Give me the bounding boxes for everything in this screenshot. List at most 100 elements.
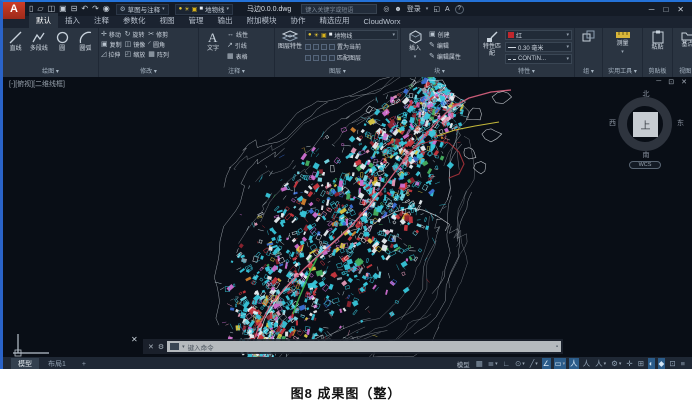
- line-button[interactable]: 直线: [5, 30, 26, 53]
- add-layout-button[interactable]: +: [75, 360, 93, 369]
- panel-view-title[interactable]: 视图 ▾: [673, 67, 692, 77]
- ortho-icon[interactable]: ∟: [502, 358, 511, 369]
- panel-clipboard-title[interactable]: 剪贴板: [643, 67, 672, 77]
- tab-参数化[interactable]: 参数化: [116, 13, 153, 28]
- tab-附加模块[interactable]: 附加模块: [240, 13, 284, 28]
- layer-tool-icon[interactable]: [313, 55, 319, 61]
- panel-properties-title[interactable]: 特性 ▾: [479, 67, 574, 77]
- app-store-cart-icon[interactable]: ◱: [433, 5, 440, 13]
- circle-button[interactable]: 圆: [52, 30, 73, 53]
- modify-旋转-button[interactable]: ↻旋转: [125, 30, 146, 39]
- model-space-toggle[interactable]: 模型: [457, 359, 470, 369]
- tab-精选应用[interactable]: 精选应用: [313, 13, 357, 28]
- paste-button[interactable]: 粘贴: [648, 30, 668, 52]
- tab-CloudWorx[interactable]: CloudWorx: [357, 15, 408, 28]
- tab-视图[interactable]: 视图: [153, 13, 182, 28]
- polar-tracking-icon[interactable]: ⊙▾: [514, 358, 526, 369]
- osnap-tracking-icon[interactable]: ∠: [542, 358, 551, 369]
- modify-移动-button[interactable]: ✛移动: [101, 30, 122, 39]
- viewcube-wcs-button[interactable]: WCS: [629, 161, 661, 169]
- polyline-button[interactable]: 多段线: [28, 30, 49, 53]
- open-folder-icon[interactable]: ▱: [37, 5, 43, 13]
- linetype-dropdown[interactable]: CONTIN... ▾: [505, 54, 572, 64]
- layer-tool-icon[interactable]: [305, 44, 311, 50]
- chevron-down-icon[interactable]: ▾: [426, 6, 429, 12]
- annotation-visibility-icon[interactable]: 人: [569, 358, 579, 369]
- preview-icon[interactable]: ◉: [103, 5, 110, 13]
- annotate-表格-button[interactable]: ▦表格: [227, 52, 248, 61]
- doc-restore-button[interactable]: ⊡: [668, 78, 674, 86]
- match-layer-button[interactable]: 匹配图层: [337, 53, 361, 62]
- tab-注释[interactable]: 注释: [87, 13, 116, 28]
- annotation-scale-icon[interactable]: 人▾: [594, 358, 607, 369]
- layer-dropdown[interactable]: ●☀▣■地物线▾: [305, 30, 398, 40]
- command-input[interactable]: ▾ 键入命令 ▪: [167, 341, 561, 352]
- annotate-线性-button[interactable]: ↔线性: [227, 30, 248, 39]
- layer-tool-icon[interactable]: [321, 55, 327, 61]
- panel-modify-title[interactable]: 修改 ▾: [99, 67, 198, 77]
- tab-默认[interactable]: 默认: [29, 13, 58, 28]
- layer-tool-icon[interactable]: [329, 55, 335, 61]
- tab-管理[interactable]: 管理: [182, 13, 211, 28]
- block-编辑属性-button[interactable]: ✎编辑属性: [429, 52, 461, 61]
- snap-icon[interactable]: ≣▾: [487, 358, 499, 369]
- hardware-accel-icon[interactable]: ◆: [658, 358, 666, 369]
- text-button[interactable]: A 文字: [201, 30, 225, 53]
- modify-修剪-button[interactable]: ✂修剪: [148, 30, 169, 39]
- app-logo[interactable]: A: [3, 0, 25, 19]
- panel-draw-title[interactable]: 绘图 ▾: [3, 67, 98, 77]
- autodesk-a-menu[interactable]: A: [445, 6, 450, 13]
- drawing-canvas[interactable]: [-][俯视][二维线框] ─ ⊡ ✕ 北 南 西 东 上 WCS ✕ ✕ ⚙: [3, 77, 692, 357]
- block-编辑-button[interactable]: ✎编辑: [429, 41, 461, 50]
- panel-block-title[interactable]: 块 ▾: [401, 67, 478, 77]
- viewcube-north-label[interactable]: 北: [615, 89, 677, 99]
- panel-utilities-title[interactable]: 实用工具 ▾: [603, 67, 642, 77]
- command-handle[interactable]: ▪: [556, 344, 558, 350]
- viewcube-east-label[interactable]: 东: [677, 118, 684, 128]
- viewcube-west-label[interactable]: 西: [609, 118, 616, 128]
- layer-tool-icon[interactable]: [305, 55, 311, 61]
- grid-icon[interactable]: ▦: [475, 358, 484, 369]
- tab-输出[interactable]: 输出: [211, 13, 240, 28]
- save-as-icon[interactable]: ▣: [59, 5, 67, 13]
- search-icon[interactable]: ◎: [383, 5, 389, 13]
- modify-圆角-button[interactable]: ◜圆角: [148, 40, 169, 49]
- object-color-dropdown[interactable]: 红 ▾: [505, 30, 572, 40]
- recent-commands-icon[interactable]: [170, 343, 179, 350]
- tab-插入[interactable]: 插入: [58, 13, 87, 28]
- plot-icon[interactable]: ⊟: [71, 5, 78, 13]
- layer-properties-button[interactable]: 图层特性: [277, 30, 303, 51]
- layout1-tab[interactable]: 布局1: [41, 358, 73, 369]
- modify-缩放-button[interactable]: ◰缩放: [125, 50, 146, 59]
- arc-button[interactable]: 圆弧: [75, 30, 96, 53]
- doc-close-button[interactable]: ✕: [681, 78, 687, 86]
- layer-tool-icon[interactable]: [321, 44, 327, 50]
- undo-icon[interactable]: ↶: [81, 5, 88, 13]
- group-button[interactable]: [580, 30, 598, 44]
- save-icon[interactable]: ◫: [48, 5, 56, 13]
- new-file-icon[interactable]: ▯: [29, 5, 33, 13]
- model-tab[interactable]: 模型: [11, 358, 39, 369]
- customize-icon[interactable]: ≡: [680, 358, 686, 369]
- help-icon[interactable]: ?: [455, 5, 464, 14]
- doc-minimize-button[interactable]: ─: [656, 78, 661, 86]
- sign-in-button[interactable]: 登录: [407, 4, 421, 14]
- clean-screen-icon[interactable]: ⊡: [668, 358, 676, 369]
- minimize-button[interactable]: ─: [649, 5, 655, 14]
- isolate-objects-icon[interactable]: ◐: [648, 358, 655, 369]
- modify-复制-button[interactable]: ▣复制: [101, 40, 122, 49]
- viewport-controls[interactable]: [-][俯视][二维线框]: [9, 79, 65, 89]
- layer-tool-icon[interactable]: [329, 44, 335, 50]
- maximize-button[interactable]: □: [663, 5, 668, 14]
- osnap-icon[interactable]: ▭▾: [554, 358, 567, 369]
- workspace-switch-icon[interactable]: ⚙▾: [610, 358, 622, 369]
- make-current-button[interactable]: 置为当前: [337, 42, 361, 51]
- match-properties-button[interactable]: 特性匹配: [481, 30, 503, 57]
- viewcube-south-label[interactable]: 南: [615, 150, 677, 160]
- measure-button[interactable]: 测量 ▾: [611, 30, 635, 55]
- panel-annotate-title[interactable]: 注释 ▾: [199, 67, 274, 77]
- layer-tool-icon[interactable]: [313, 44, 319, 50]
- tab-协作[interactable]: 协作: [284, 13, 313, 28]
- modify-阵列-button[interactable]: ▦阵列: [148, 50, 169, 59]
- modify-镜像-button[interactable]: ◫镜像: [125, 40, 146, 49]
